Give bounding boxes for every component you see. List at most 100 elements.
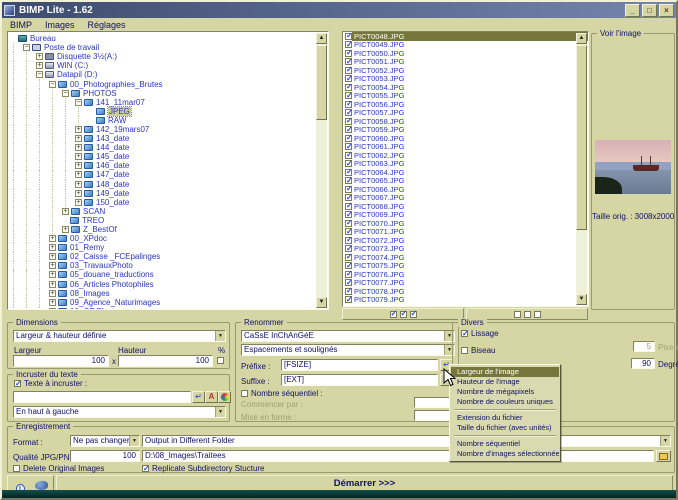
overlay-text-checkbox[interactable] xyxy=(14,379,22,388)
file-row[interactable]: PICT0067.JPG xyxy=(343,193,588,202)
file-row[interactable]: PICT0065.JPG xyxy=(343,176,588,185)
tree-item[interactable]: +145_date xyxy=(10,152,328,162)
tree-expander-icon[interactable]: + xyxy=(75,198,82,206)
tree-item[interactable]: +10_GT Electro xyxy=(10,306,328,309)
file-row[interactable]: PICT0056.JPG xyxy=(343,99,588,109)
file-row[interactable]: PICT0070.JPG xyxy=(343,218,588,228)
file-row[interactable]: PICT0068.JPG xyxy=(343,201,588,211)
prefix-input[interactable]: [FSIZE] xyxy=(281,359,438,371)
sequential-checkbox[interactable] xyxy=(241,390,248,397)
tree-expander-icon[interactable]: + xyxy=(49,298,56,306)
file-checkbox[interactable] xyxy=(345,193,353,202)
smoothing-checkbox[interactable] xyxy=(461,329,469,338)
width-input[interactable]: 100 xyxy=(13,355,109,367)
file-row[interactable]: PICT0057.JPG xyxy=(343,108,588,117)
web-button[interactable] xyxy=(31,477,51,490)
tree-expander-icon[interactable]: + xyxy=(49,271,56,279)
scroll-up-icon[interactable]: ▲ xyxy=(316,33,327,44)
file-row[interactable]: PICT0061.JPG xyxy=(343,142,588,151)
file-checkbox[interactable] xyxy=(345,252,353,261)
tree-item[interactable]: +149_date xyxy=(10,188,328,198)
tree-expander-icon[interactable]: + xyxy=(75,162,82,170)
file-checkbox[interactable] xyxy=(345,176,353,185)
file-checkbox[interactable] xyxy=(345,65,353,74)
tree-expander-icon[interactable]: − xyxy=(75,98,82,106)
rotation-degrees-input[interactable]: 90 xyxy=(631,358,655,369)
file-row[interactable]: PICT0066.JPG xyxy=(343,184,588,194)
context-menu-item[interactable]: Nombre séquentiel xyxy=(451,439,559,449)
context-menu-item[interactable]: Taille du fichier (avec unités) xyxy=(451,423,559,433)
tree-expander-icon[interactable]: + xyxy=(36,53,43,61)
tree-expander-icon[interactable]: + xyxy=(75,171,82,179)
tree-expander-icon[interactable]: + xyxy=(49,253,56,261)
info-button[interactable]: i xyxy=(10,477,30,493)
tree-item[interactable]: +05_douane_traductions xyxy=(10,270,328,280)
file-checkbox[interactable] xyxy=(345,48,353,57)
tree-item[interactable]: − PHOTOS xyxy=(10,88,328,98)
tree-item[interactable]: +148_date xyxy=(10,179,328,189)
file-checkbox[interactable] xyxy=(345,142,353,151)
file-row[interactable]: PICT0055.JPG xyxy=(343,91,588,100)
tree-item[interactable]: +09_Agence_Naturimages xyxy=(10,297,328,307)
file-checkbox[interactable] xyxy=(345,218,353,227)
scroll-down-icon[interactable]: ▼ xyxy=(576,294,587,305)
file-checkbox[interactable] xyxy=(345,184,353,193)
tree-expander-icon[interactable]: − xyxy=(23,44,30,52)
context-menu-item[interactable]: Nombre d'images sélectionnées xyxy=(451,449,559,459)
tree-item[interactable]: + SCAN xyxy=(10,206,328,216)
context-menu-item[interactable]: Hauteur de l'image xyxy=(451,377,559,387)
case-select[interactable]: CaSsE InChAnGéE ▼ xyxy=(241,330,455,342)
file-checkbox[interactable] xyxy=(345,32,353,40)
file-row[interactable]: PICT0053.JPG xyxy=(343,74,588,83)
bevel-checkbox[interactable] xyxy=(461,347,468,354)
file-checkbox[interactable] xyxy=(345,295,353,304)
tree-item[interactable]: − 141_11mar07 xyxy=(10,97,328,107)
tree-item[interactable]: Bureau xyxy=(10,34,328,43)
tree-item[interactable]: +142_19mars07 xyxy=(10,124,328,135)
text-position-select[interactable]: En haut à gauche ▼ xyxy=(13,406,226,418)
file-row[interactable]: PICT0072.JPG xyxy=(343,235,588,245)
file-checkbox[interactable] xyxy=(345,278,353,287)
file-checkbox[interactable] xyxy=(345,108,353,117)
file-checkbox[interactable] xyxy=(345,244,353,253)
spacing-select[interactable]: Espacements et soulignés ▼ xyxy=(241,344,455,356)
file-checkbox[interactable] xyxy=(345,74,353,83)
start-at-input[interactable] xyxy=(414,397,454,408)
delete-originals-checkbox[interactable] xyxy=(13,465,20,472)
tree-item[interactable]: + Disquette 3½(A:) xyxy=(10,52,328,62)
browse-folder-button[interactable] xyxy=(656,450,671,462)
tree-item[interactable]: +03_TravauxPhoto xyxy=(10,261,328,271)
tree-item[interactable]: − Datapil (D:) xyxy=(10,70,328,80)
tree-expander-icon[interactable]: − xyxy=(49,80,56,88)
maximize-button[interactable]: □ xyxy=(642,3,657,17)
context-menu-item[interactable]: Extension du fichier xyxy=(451,413,559,423)
scrollbar-thumb[interactable] xyxy=(316,45,327,120)
close-button[interactable]: × xyxy=(659,3,674,17)
tree-expander-icon[interactable]: + xyxy=(75,125,82,133)
file-row[interactable]: PICT0075.JPG xyxy=(343,261,588,270)
file-row[interactable]: PICT0073.JPG xyxy=(343,244,588,253)
tree-expander-icon[interactable]: + xyxy=(75,153,82,161)
file-checkbox[interactable] xyxy=(345,286,353,295)
scroll-down-icon[interactable]: ▼ xyxy=(316,297,327,308)
tree-item[interactable]: TREO xyxy=(10,215,328,225)
file-checkbox[interactable] xyxy=(345,167,353,176)
tree-item[interactable]: +146_date xyxy=(10,161,328,171)
tree-item[interactable]: JPEG xyxy=(10,105,328,117)
file-checkbox[interactable] xyxy=(345,125,353,134)
check-all-button[interactable] xyxy=(342,308,464,320)
file-row[interactable]: PICT0060.JPG xyxy=(343,133,588,143)
tree-expander-icon[interactable]: + xyxy=(75,180,82,188)
file-checkbox[interactable] xyxy=(345,210,353,219)
tree-item[interactable]: + Z_BestOf xyxy=(10,224,328,235)
file-row[interactable]: PICT0054.JPG xyxy=(343,82,588,92)
tree-expander-icon[interactable]: + xyxy=(49,307,56,309)
tree-expander-icon[interactable]: − xyxy=(36,71,43,79)
output-mode-select[interactable]: Output in Different Folder ▼ xyxy=(142,435,671,447)
output-path-input[interactable]: D:\08_Images\Traitees xyxy=(142,450,654,462)
overlay-text-input[interactable] xyxy=(13,391,191,403)
scrollbar-thumb[interactable] xyxy=(576,45,587,230)
file-row[interactable]: PICT0059.JPG xyxy=(343,125,588,134)
tree-expander-icon[interactable]: + xyxy=(62,207,69,215)
minimize-button[interactable]: _ xyxy=(625,3,640,17)
